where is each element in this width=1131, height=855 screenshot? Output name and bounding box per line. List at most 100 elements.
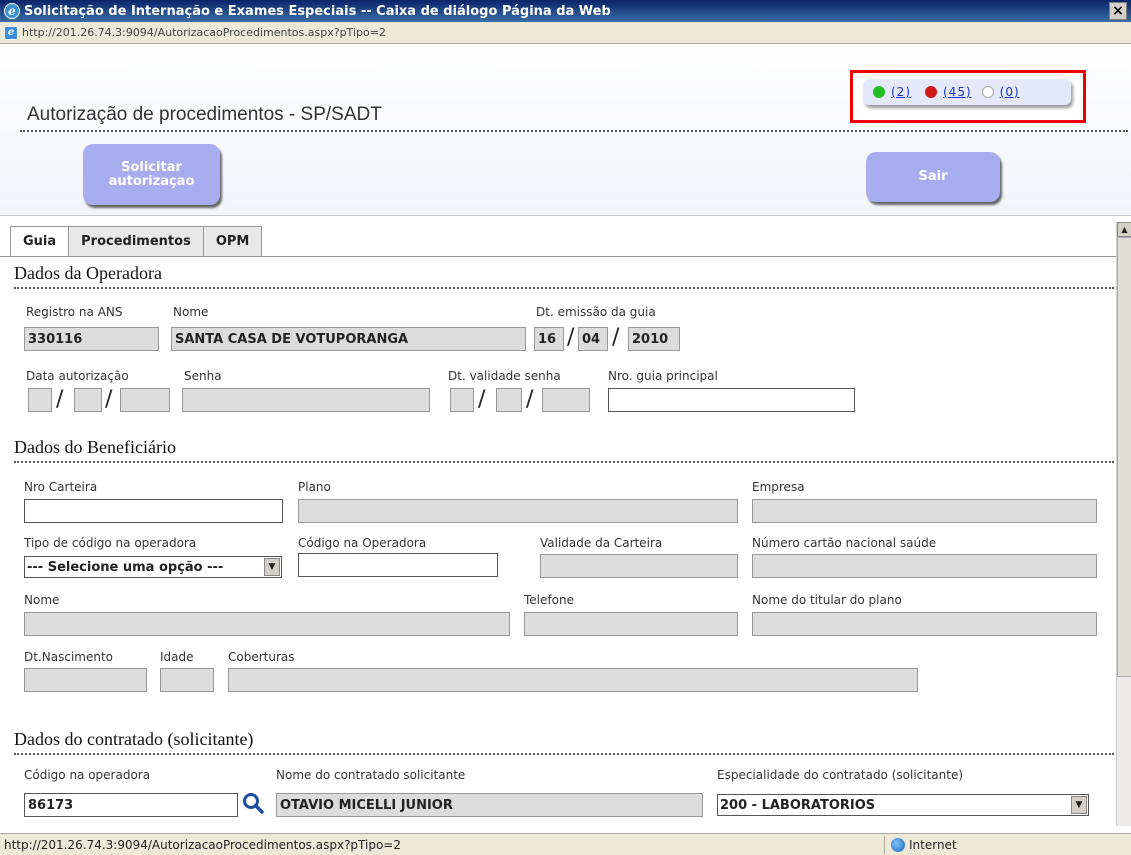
nascimento-field[interactable]	[24, 668, 147, 692]
senha-field[interactable]	[182, 388, 430, 412]
nro-carteira-input[interactable]	[24, 499, 283, 523]
search-icon[interactable]	[242, 792, 264, 814]
validade-carteira-field[interactable]	[540, 554, 738, 578]
registro-ans-label: Registro na ANS	[26, 305, 123, 319]
gray-bulb-icon	[981, 86, 994, 98]
section-title-contratado: Dados do contratado (solicitante)	[14, 729, 254, 749]
nome-beneficiario-label: Nome	[24, 593, 60, 607]
alerts-highlight: (2) (45) (0)	[850, 70, 1086, 123]
alert-link-green[interactable]: (2)	[891, 85, 911, 99]
empresa-label: Empresa	[752, 480, 805, 494]
tipo-codigo-value: --- Selecione uma opção ---	[27, 559, 224, 575]
codigo-contratado-label: Código na operadora	[24, 768, 151, 782]
validade-senha-dia[interactable]	[450, 388, 474, 412]
page-title: Autorização de procedimentos - SP/SADT	[27, 104, 382, 125]
scroll-thumb[interactable]	[1117, 237, 1131, 677]
ie-logo-icon: e	[4, 3, 20, 19]
alert-link-gray[interactable]: (0)	[1000, 85, 1020, 99]
validade-senha-ano[interactable]	[542, 388, 590, 412]
security-zone: Internet	[884, 836, 1104, 854]
nro-carteira-label: Nro Carteira	[24, 480, 98, 494]
tab-opm[interactable]: OPM	[202, 226, 263, 256]
form-content: Dados da Operadora Registro na ANS 33011…	[0, 256, 1116, 826]
date-separator: /	[567, 325, 575, 350]
vertical-scrollbar[interactable]: ▲	[1116, 222, 1131, 826]
emissao-ano-field[interactable]: 2010	[628, 327, 680, 351]
data-autorizacao-mes[interactable]	[74, 388, 102, 412]
close-button[interactable]: ×	[1109, 2, 1127, 20]
page-header: (2) (45) (0) Autorização de procedimento…	[0, 44, 1131, 216]
telefone-field[interactable]	[524, 612, 738, 636]
plano-field[interactable]	[298, 499, 738, 523]
solicitar-autorizacao-button[interactable]: Solicitar autorizaçao	[83, 144, 220, 205]
codigo-operadora-label: Código na Operadora	[298, 536, 427, 550]
nome-contratado-label: Nome do contratado solicitante	[276, 768, 466, 782]
empresa-field[interactable]	[752, 499, 1097, 523]
titular-plano-label: Nome do titular do plano	[752, 593, 902, 607]
tab-bar: Guia Procedimentos OPM	[10, 226, 263, 256]
tab-guia[interactable]: Guia	[10, 226, 70, 256]
date-separator: /	[105, 387, 113, 412]
coberturas-field[interactable]	[228, 668, 918, 692]
data-autorizacao-ano[interactable]	[120, 388, 170, 412]
green-bulb-icon	[873, 86, 885, 98]
scroll-up-icon[interactable]: ▲	[1117, 222, 1131, 237]
data-autorizacao-dia[interactable]	[28, 388, 52, 412]
especialidade-select[interactable]: 200 - LABORATORIOS ▼	[717, 794, 1089, 816]
registro-ans-field[interactable]: 330116	[24, 327, 159, 351]
emissao-mes-field[interactable]: 04	[578, 327, 608, 351]
address-url: http://201.26.74.3:9094/AutorizacaoProce…	[22, 26, 386, 39]
plano-label: Plano	[298, 480, 331, 494]
titular-plano-field[interactable]	[752, 612, 1097, 636]
tipo-codigo-label: Tipo de código na operadora	[24, 536, 197, 550]
section-divider	[14, 287, 1114, 289]
emissao-guia-label: Dt. emissão da guia	[536, 305, 656, 319]
window-title: Solicitação de Internação e Exames Espec…	[24, 3, 611, 19]
nome-beneficiario-field[interactable]	[24, 612, 510, 636]
title-divider	[20, 130, 1128, 132]
validade-carteira-label: Validade da Carteira	[540, 536, 663, 550]
date-separator: /	[526, 387, 534, 412]
idade-field[interactable]	[160, 668, 214, 692]
section-title-beneficiario: Dados do Beneficiário	[14, 437, 176, 457]
especialidade-label: Especialidade do contratado (solicitante…	[717, 768, 964, 782]
nascimento-label: Dt.Nascimento	[24, 650, 113, 664]
globe-icon	[891, 838, 905, 852]
chevron-down-icon[interactable]: ▼	[1071, 796, 1087, 814]
solicitar-button-label: Solicitar autorizaçao	[108, 159, 195, 189]
address-bar: e http://201.26.74.3:9094/AutorizacaoPro…	[0, 22, 1131, 44]
validade-senha-mes[interactable]	[496, 388, 522, 412]
data-autorizacao-label: Data autorização	[26, 369, 129, 383]
codigo-operadora-input[interactable]	[298, 553, 498, 577]
tipo-codigo-select[interactable]: --- Selecione uma opção --- ▼	[24, 556, 282, 578]
nome-operadora-label: Nome	[173, 305, 209, 319]
nome-contratado-field[interactable]: OTAVIO MICELLI JUNIOR	[276, 793, 703, 817]
especialidade-value: 200 - LABORATORIOS	[720, 797, 876, 813]
alerts-panel: (2) (45) (0)	[863, 79, 1071, 105]
date-separator: /	[56, 387, 64, 412]
date-separator: /	[478, 387, 486, 412]
date-separator: /	[612, 325, 620, 350]
zone-label: Internet	[909, 838, 957, 852]
status-url: http://201.26.74.3:9094/AutorizacaoProce…	[4, 837, 401, 852]
telefone-label: Telefone	[524, 593, 574, 607]
cartao-nacional-field[interactable]	[752, 554, 1097, 578]
tab-procedimentos[interactable]: Procedimentos	[68, 226, 204, 256]
nome-operadora-field[interactable]: SANTA CASA DE VOTUPORANGA	[171, 327, 526, 351]
codigo-contratado-input[interactable]: 86173	[24, 793, 238, 817]
emissao-dia-field[interactable]: 16	[534, 327, 564, 351]
guia-principal-label: Nro. guia principal	[608, 369, 718, 383]
window-titlebar: e Solicitação de Internação e Exames Esp…	[0, 0, 1131, 22]
section-divider	[14, 753, 1114, 755]
validade-senha-label: Dt. validade senha	[448, 369, 561, 383]
section-divider	[14, 461, 1114, 463]
status-bar: http://201.26.74.3:9094/AutorizacaoProce…	[0, 833, 1131, 855]
chevron-down-icon[interactable]: ▼	[264, 558, 280, 576]
page-icon: e	[4, 25, 18, 40]
sair-button[interactable]: Sair	[866, 152, 1000, 202]
senha-label: Senha	[184, 369, 222, 383]
alert-link-red[interactable]: (45)	[943, 85, 972, 99]
section-title-operadora: Dados da Operadora	[14, 263, 162, 283]
guia-principal-input[interactable]	[608, 388, 855, 412]
cartao-nacional-label: Número cartão nacional saúde	[752, 536, 937, 550]
